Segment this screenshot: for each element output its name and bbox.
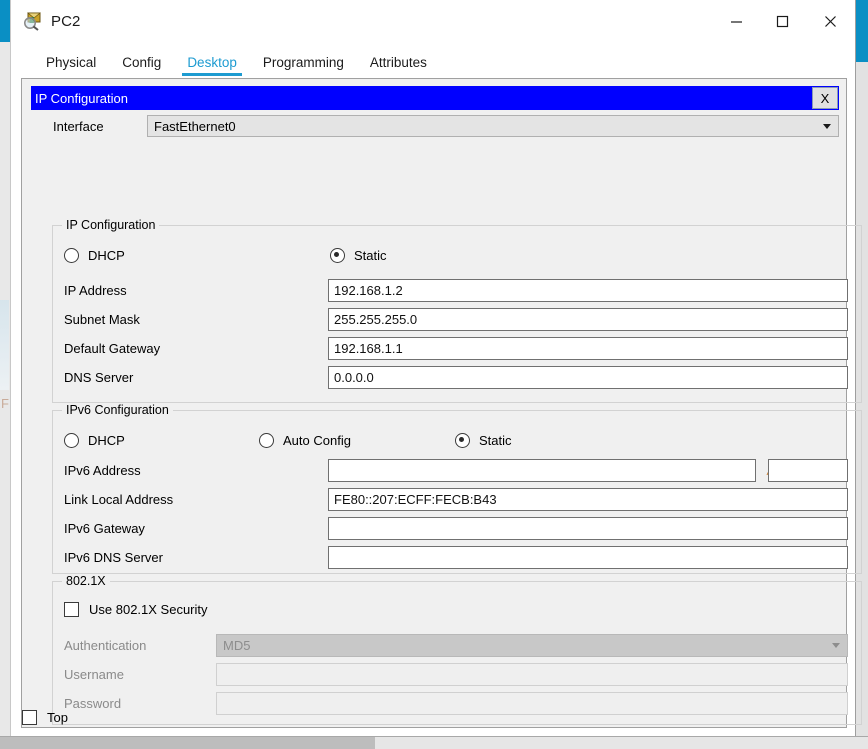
- packet-tracer-pc-icon: [22, 11, 42, 31]
- radio-unchecked-icon: [64, 432, 79, 448]
- tab-programming[interactable]: Programming: [250, 55, 357, 78]
- username-input: [216, 663, 848, 686]
- authentication-value: MD5: [223, 638, 251, 653]
- ipv6-dns-server-input[interactable]: [328, 546, 848, 569]
- top-checkbox-row[interactable]: Top: [22, 710, 68, 725]
- ipv4-static-label: Static: [354, 247, 387, 263]
- dns-server-input[interactable]: 0.0.0.0: [328, 366, 848, 389]
- horizontal-scrollbar-thumb[interactable]: [0, 737, 375, 749]
- chevron-down-icon: [832, 643, 840, 648]
- password-label: Password: [64, 696, 122, 711]
- subnet-mask-row: Subnet Mask 255.255.255.0: [53, 308, 861, 331]
- interface-row: Interface FastEthernet0: [31, 115, 839, 137]
- ipv6-address-input[interactable]: [328, 459, 756, 482]
- default-gateway-row: Default Gateway 192.168.1.1: [53, 337, 861, 360]
- username-label: Username: [64, 667, 124, 682]
- radio-unchecked-icon: [64, 247, 79, 263]
- desktop-content-pane: IP Configuration X Interface FastEtherne…: [21, 78, 862, 728]
- dot1x-group-title: 802.1X: [62, 574, 110, 588]
- radio-unchecked-icon: [259, 432, 274, 448]
- pc2-window: PC2 Physical Config Desktop Programming …: [10, 0, 862, 737]
- ip-configuration-panel-header: IP Configuration X: [31, 86, 839, 110]
- ipv4-group-title: IP Configuration: [62, 218, 160, 232]
- use-dot1x-security-label: Use 802.1X Security: [89, 602, 208, 617]
- ipv4-static-radio[interactable]: Static: [330, 247, 387, 263]
- ipv6-static-radio[interactable]: Static: [455, 432, 512, 448]
- window-title: PC2: [51, 12, 81, 30]
- ipv6-group-title: IPv6 Configuration: [62, 403, 173, 417]
- default-gateway-input[interactable]: 192.168.1.1: [328, 337, 848, 360]
- close-button[interactable]: [805, 0, 855, 42]
- chevron-down-icon: [823, 123, 831, 129]
- background-window-left-panel: [0, 300, 9, 390]
- interface-select[interactable]: FastEthernet0: [147, 115, 839, 137]
- ipv4-dhcp-radio[interactable]: DHCP: [64, 247, 125, 263]
- ipv6-dns-server-row: IPv6 DNS Server: [53, 546, 861, 569]
- ipv6-gateway-row: IPv6 Gateway: [53, 517, 861, 540]
- ipv6-auto-config-radio[interactable]: Auto Config: [259, 432, 351, 448]
- link-local-address-input[interactable]: FE80::207:ECFF:FECB:B43: [328, 488, 848, 511]
- horizontal-scrollbar[interactable]: [0, 737, 868, 749]
- maximize-button[interactable]: [759, 0, 805, 42]
- use-dot1x-security-checkbox[interactable]: Use 802.1X Security: [64, 602, 208, 617]
- ipv6-dhcp-label: DHCP: [88, 432, 125, 448]
- ipv6-address-label: IPv6 Address: [64, 463, 141, 478]
- ipv4-dhcp-label: DHCP: [88, 247, 125, 263]
- interface-value: FastEthernet0: [154, 118, 236, 134]
- tab-attributes[interactable]: Attributes: [357, 55, 440, 78]
- minimize-button[interactable]: [713, 0, 759, 42]
- ipv6-dhcp-radio[interactable]: DHCP: [64, 432, 125, 448]
- username-row: Username: [53, 663, 861, 686]
- ip-address-row: IP Address 192.168.1.2: [53, 279, 861, 302]
- panel-close-button[interactable]: X: [812, 87, 838, 109]
- tab-bar: Physical Config Desktop Programming Attr…: [11, 42, 855, 77]
- link-local-address-row: Link Local Address FE80::207:ECFF:FECB:B…: [53, 488, 861, 511]
- dns-server-label: DNS Server: [64, 370, 134, 385]
- subnet-mask-label: Subnet Mask: [64, 312, 140, 327]
- link-local-address-label: Link Local Address: [64, 492, 174, 507]
- tab-config[interactable]: Config: [109, 55, 174, 78]
- dns-server-row: DNS Server 0.0.0.0: [53, 366, 861, 389]
- background-window-right-titlebar: [856, 0, 868, 62]
- window-controls: [713, 0, 855, 42]
- ip-address-label: IP Address: [64, 283, 127, 298]
- background-window-left-titlebar: [0, 0, 10, 42]
- password-input: [216, 692, 848, 715]
- default-gateway-label: Default Gateway: [64, 341, 161, 356]
- checkbox-unchecked-icon: [22, 710, 37, 725]
- ipv6-address-row: IPv6 Address /: [53, 459, 861, 482]
- ipv6-gateway-label: IPv6 Gateway: [64, 521, 145, 536]
- authentication-row: Authentication MD5: [53, 634, 861, 657]
- checkbox-unchecked-icon: [64, 602, 79, 617]
- interface-label: Interface: [53, 118, 104, 134]
- ipv6-configuration-group: IPv6 Configuration DHCP Auto Config Stat…: [52, 403, 862, 574]
- authentication-select: MD5: [216, 634, 848, 657]
- ipv6-auto-config-label: Auto Config: [283, 432, 351, 448]
- ipv4-configuration-group: IP Configuration DHCP Static IP Address …: [52, 218, 862, 403]
- dot1x-group: 802.1X Use 802.1X Security Authenticatio…: [52, 574, 862, 725]
- background-window-ghost-text: F: [1, 396, 9, 411]
- ipv6-static-label: Static: [479, 432, 512, 448]
- window-titlebar: PC2: [11, 0, 855, 42]
- top-checkbox-label: Top: [47, 710, 68, 725]
- radio-checked-icon: [330, 247, 345, 263]
- tab-physical[interactable]: Physical: [33, 55, 109, 78]
- authentication-label: Authentication: [64, 638, 147, 653]
- ipv6-prefix-length-input[interactable]: [768, 459, 848, 482]
- password-row: Password: [53, 692, 861, 715]
- tab-desktop[interactable]: Desktop: [174, 55, 250, 78]
- ip-address-input[interactable]: 192.168.1.2: [328, 279, 848, 302]
- radio-checked-icon: [455, 432, 470, 448]
- panel-title: IP Configuration: [35, 90, 128, 106]
- ipv6-gateway-input[interactable]: [328, 517, 848, 540]
- subnet-mask-input[interactable]: 255.255.255.0: [328, 308, 848, 331]
- ipv6-dns-server-label: IPv6 DNS Server: [64, 550, 163, 565]
